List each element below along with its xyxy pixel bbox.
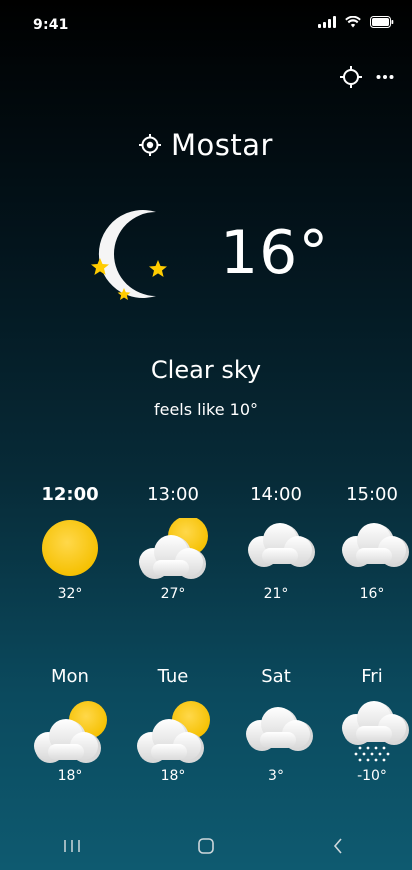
hour-label: 14:00 — [250, 484, 302, 505]
cloudy-icon — [246, 707, 313, 751]
hour-temp: 27° — [160, 586, 186, 602]
location-header[interactable]: Mostar — [0, 128, 412, 162]
status-icons — [318, 16, 394, 28]
partly-cloudy-icon — [139, 518, 208, 579]
weather-condition: Clear sky — [150, 356, 262, 384]
location-name: Mostar — [171, 128, 273, 162]
status-time: 9:41 — [33, 17, 69, 33]
daily-item[interactable]: Mon 18° — [24, 666, 116, 784]
day-label: Fri — [361, 666, 383, 687]
hour-label: 13:00 — [147, 484, 199, 505]
hourly-item[interactable]: 14:00 21° — [230, 484, 322, 602]
partly-cloudy-icon — [137, 701, 210, 763]
home-icon — [198, 838, 214, 854]
feels-like: feels like 10° — [153, 400, 259, 419]
hour-temp: 21° — [263, 586, 289, 602]
home-button[interactable] — [186, 834, 226, 858]
day-temp: -10° — [357, 768, 387, 784]
snow-icon — [342, 701, 409, 762]
back-chevron-icon — [333, 838, 342, 854]
hour-label: 15:00 — [346, 484, 398, 505]
day-label: Sat — [261, 666, 291, 687]
day-temp: 3° — [268, 768, 284, 784]
system-nav-bar — [0, 822, 412, 870]
hourly-item[interactable]: 15:00 16° — [326, 484, 412, 602]
wifi-icon — [345, 16, 361, 28]
day-temp: 18° — [160, 768, 186, 784]
locate-button[interactable] — [340, 66, 362, 88]
back-button[interactable] — [318, 834, 358, 858]
daily-item[interactable]: Sat 3° — [230, 666, 322, 784]
top-actions — [340, 66, 394, 88]
status-bar: 9:41 — [0, 0, 412, 50]
crosshair-icon — [340, 66, 362, 88]
moon-stars-icon — [91, 210, 167, 300]
sun-icon — [42, 520, 98, 576]
current-temperature: 16° — [220, 218, 330, 288]
cloudy-icon — [342, 523, 409, 567]
signal-icon — [318, 16, 336, 28]
recent-apps-button[interactable] — [52, 834, 92, 858]
daily-item[interactable]: Fri -10° — [326, 666, 412, 784]
more-dots-icon — [376, 75, 394, 79]
day-label: Mon — [51, 666, 89, 687]
more-options-button[interactable] — [376, 74, 394, 80]
battery-icon — [370, 16, 394, 28]
daily-item[interactable]: Tue 18° — [127, 666, 219, 784]
hour-temp: 16° — [359, 586, 385, 602]
recent-apps-icon — [64, 840, 80, 852]
day-label: Tue — [157, 666, 189, 687]
hourly-item[interactable]: 12:00 32° — [24, 484, 116, 602]
hourly-item[interactable]: 13:00 27° — [127, 484, 219, 602]
cloudy-icon — [248, 523, 315, 567]
partly-cloudy-icon — [34, 701, 107, 763]
location-target-icon — [139, 134, 162, 156]
day-temp: 18° — [57, 768, 83, 784]
hour-label: 12:00 — [41, 484, 99, 505]
hour-temp: 32° — [57, 586, 83, 602]
